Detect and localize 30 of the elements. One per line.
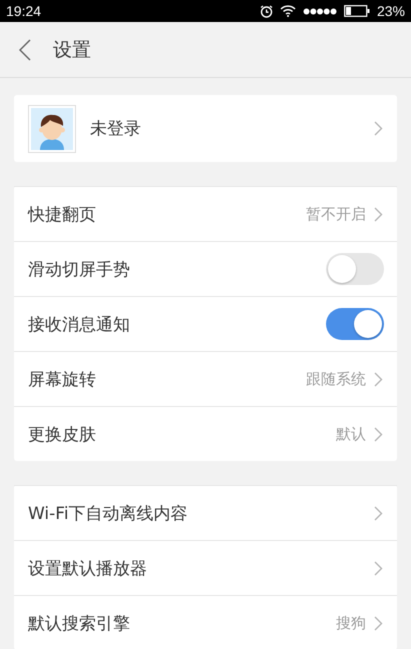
chevron-icon	[374, 426, 383, 442]
signal-icon	[302, 8, 337, 14]
setting-value: 暂不开启	[306, 204, 366, 224]
page-title: 设置	[53, 38, 91, 62]
battery-icon	[344, 5, 370, 17]
battery-percent: 23%	[376, 3, 405, 19]
setting-value: 跟随系统	[306, 370, 366, 388]
setting-label[interactable]: 默认搜索引擎	[28, 612, 328, 634]
toggle-switch[interactable]	[326, 253, 384, 285]
chevron-icon	[374, 616, 383, 630]
setting-label[interactable]: 屏幕旋转	[28, 368, 298, 390]
chevron-icon	[374, 121, 383, 136]
setting-label: 接收消息通知	[28, 314, 131, 336]
setting-label[interactable]: Wi-Fi下自动离线内容	[28, 502, 366, 524]
avatar-icon	[28, 104, 76, 152]
chevron-icon	[374, 206, 383, 222]
back-button[interactable]	[19, 38, 31, 60]
setting-label[interactable]: 更换皮肤	[28, 422, 328, 446]
setting-label[interactable]: 设置默认播放器	[28, 556, 366, 580]
setting-value: 默认	[336, 424, 366, 444]
wifi-icon	[280, 5, 296, 17]
setting-value: 搜狗	[336, 614, 366, 632]
chevron-icon	[374, 372, 383, 386]
alarm-icon	[260, 4, 273, 18]
status-time: 19:24	[6, 3, 42, 19]
chevron-icon	[374, 560, 383, 576]
toggle-switch[interactable]	[326, 308, 384, 340]
chevron-icon	[374, 506, 383, 520]
setting-label: 滑动切屏手势	[28, 258, 131, 280]
setting-label[interactable]: 快捷翻页	[28, 202, 298, 226]
